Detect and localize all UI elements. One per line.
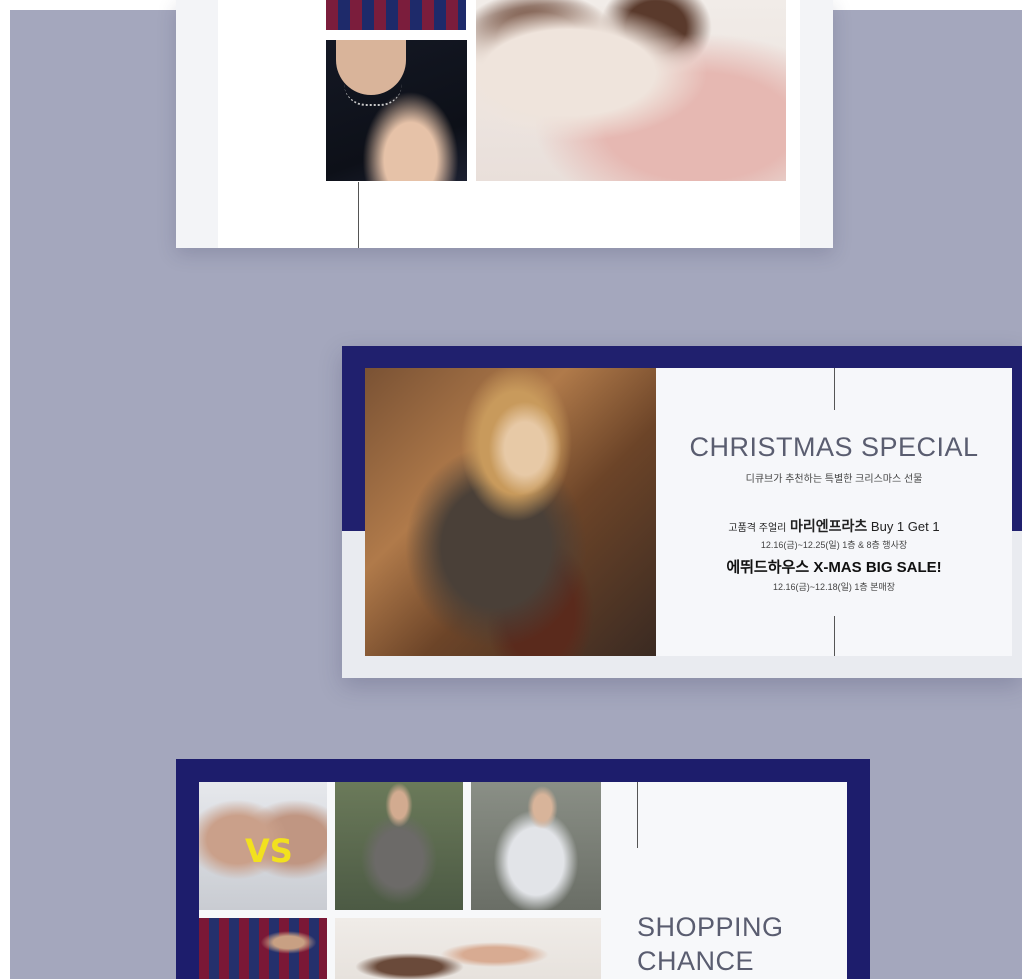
card-lookbook-inner [218,0,800,248]
soccer-players-image [199,918,327,979]
offer-jewelry-date: 12.16(금)~12.25(일) 1층 & 8층 행사장 [760,540,908,550]
shopping-chance-title: SHOPPING CHANCE [637,910,784,978]
promo-title: CHRISTMAS SPECIAL [689,432,979,462]
offer-jewelry-brand: 마리엔프라츠 [790,518,868,534]
card-christmas-special: CHRISTMAS SPECIAL 디큐브가 추천하는 특별한 크리스마스 선물… [342,346,1022,678]
offer-cosmetics-promo: X-MAS BIG SALE! [813,559,942,576]
kids-image [335,918,601,979]
vs-label: VS [245,832,293,870]
man-coat-image [335,782,463,910]
promo-subtitle: 디큐브가 추천하는 특별한 크리스마스 선물 [745,474,923,485]
title-line-1: SHOPPING [637,912,784,942]
divider-line [358,182,359,248]
necklace-model-image [326,40,467,181]
necklace-shape [344,84,402,106]
offer-cosmetics-brand: 에뛰드하우스 [726,559,810,576]
soccer-jersey-image [326,0,466,30]
lingerie-image: VS [199,782,327,910]
man-parka-image [471,782,601,910]
card-shopping-chance: VS SHOPPING CHANCE [176,759,870,979]
title-line-2: CHANCE [637,946,755,976]
card-christmas-inner: CHRISTMAS SPECIAL 디큐브가 추천하는 특별한 크리스마스 선물… [365,368,1012,656]
divider-line [637,782,638,848]
offer-cosmetics: 에뛰드하우스 X-MAS BIG SALE! [656,556,1012,577]
card-lookbook [176,0,833,248]
offer-jewelry: 고품격 주얼리 마리엔프라츠 Buy 1 Get 1 [656,516,1012,536]
offer-jewelry-promo: Buy 1 Get 1 [870,519,940,534]
promo-text-block: CHRISTMAS SPECIAL 디큐브가 추천하는 특별한 크리스마스 선물… [656,368,1012,656]
offer-jewelry-prefix: 고품격 주얼리 [728,523,787,534]
offer-cosmetics-date: 12.16(금)~12.18(일) 1층 본매장 [773,582,895,592]
card-shopping-inner: VS SHOPPING CHANCE [199,782,847,979]
fur-coat-model-image [365,368,656,656]
girls-dresses-image [476,0,786,181]
left-edge-band [0,0,10,979]
